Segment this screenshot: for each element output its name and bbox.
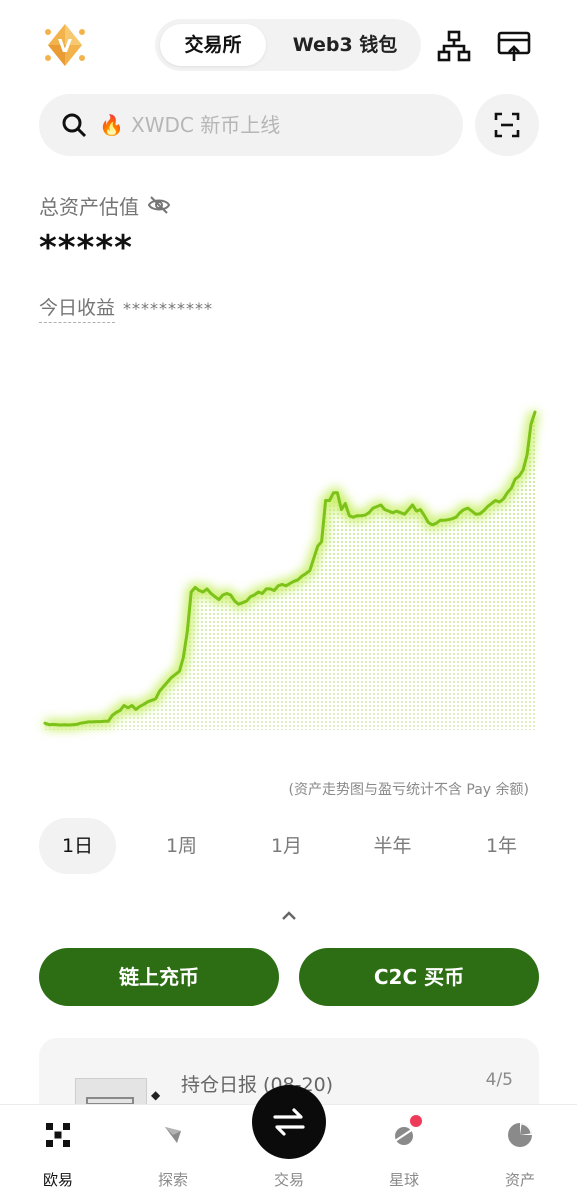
eye-hidden-icon[interactable] (147, 193, 171, 217)
asset-trend-chart (43, 410, 540, 730)
period-1y[interactable]: 1年 (463, 818, 540, 874)
svg-text:V: V (58, 36, 72, 57)
nav-label: 资产 (504, 1171, 535, 1189)
compass-icon (165, 1127, 181, 1143)
nav-explore[interactable]: 探索 (133, 1105, 213, 1200)
today-pnl-label[interactable]: 今日收益 (39, 293, 116, 323)
notification-dot (410, 1115, 422, 1127)
trade-swap-button[interactable] (252, 1085, 326, 1159)
nav-label: 欧易 (42, 1171, 73, 1189)
hot-fire-icon: 🔥 (99, 113, 124, 137)
account-mode-switch: 交易所 Web3 钱包 (155, 19, 421, 71)
header: V 交易所 Web3 钱包 (0, 0, 577, 92)
okx-logo-icon (46, 1123, 70, 1147)
tab-web3-wallet[interactable]: Web3 钱包 (275, 24, 415, 66)
chart-footnote: (资产走势图与盈亏统计不含 Pay 余额) (288, 782, 529, 798)
network-icon[interactable] (436, 28, 472, 64)
scan-button[interactable] (475, 94, 539, 156)
period-1d[interactable]: 1日 (39, 818, 116, 874)
chart-area-fade (45, 412, 535, 730)
scan-icon (494, 112, 520, 138)
period-6m[interactable]: 半年 (354, 818, 431, 874)
swap-arrows-icon (273, 1108, 305, 1136)
nav-planet[interactable]: 星球 (364, 1105, 444, 1200)
vip-logo-icon[interactable]: V (42, 22, 88, 68)
total-assets-label-row: 总资产估值 (39, 190, 171, 220)
c2c-buy-button[interactable]: C2C 买币 (299, 948, 539, 1006)
report-pagination: 4/5 (485, 1070, 513, 1090)
tab-exchange[interactable]: 交易所 (160, 24, 266, 66)
total-assets-label: 总资产估值 (39, 194, 139, 219)
period-1w[interactable]: 1周 (143, 818, 220, 874)
onchain-deposit-button[interactable]: 链上充币 (39, 948, 279, 1006)
period-selector: 1日 1周 1月 半年 1年 (0, 818, 577, 874)
chevron-up-icon[interactable] (277, 904, 301, 928)
nav-label: 星球 (388, 1171, 419, 1189)
search-icon (62, 113, 87, 138)
today-pnl-value: ********** (123, 298, 214, 318)
diamond-icon: ◆ (151, 1088, 161, 1102)
nav-assets[interactable]: 资产 (480, 1105, 560, 1200)
search-bar[interactable]: 🔥 (39, 94, 463, 156)
card-withdraw-icon[interactable] (496, 28, 532, 64)
nav-okx[interactable]: 欧易 (18, 1105, 98, 1200)
nav-label: 交易 (273, 1171, 304, 1189)
period-1m[interactable]: 1月 (248, 818, 325, 874)
pie-chart-icon (508, 1123, 532, 1147)
search-input[interactable] (131, 108, 431, 142)
total-assets-value: ***** (39, 228, 133, 268)
nav-label: 探索 (157, 1171, 188, 1189)
today-pnl-row: 今日收益 ********** (39, 293, 213, 323)
